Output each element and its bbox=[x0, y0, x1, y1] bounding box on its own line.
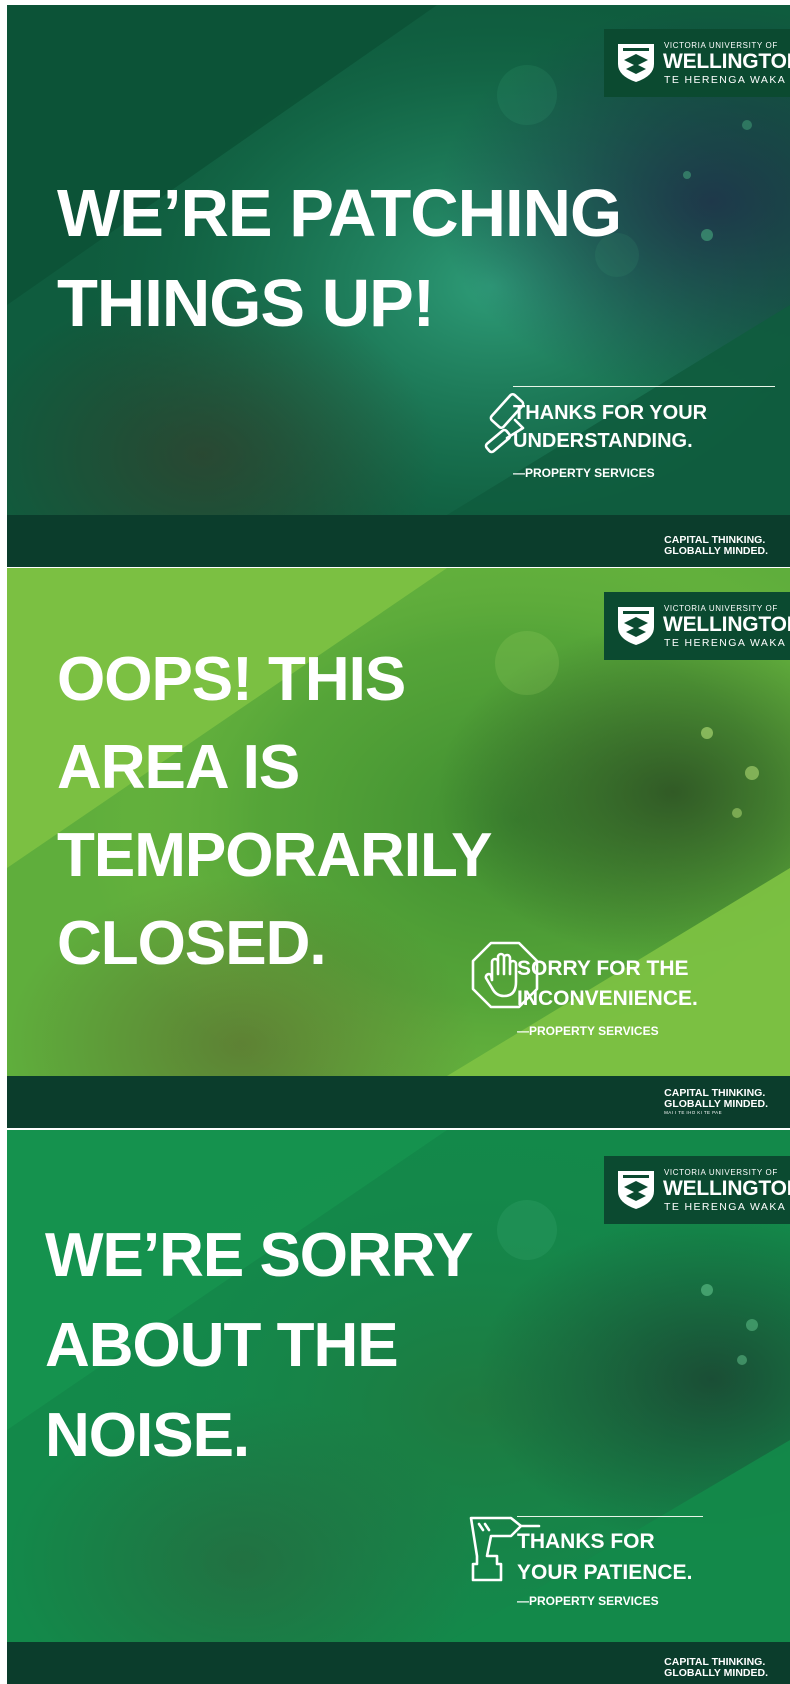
logo-subtitle: TE HERENGA WAKA bbox=[664, 637, 787, 649]
headline-line: NOISE. bbox=[45, 1401, 250, 1470]
headline-line: TEMPORARILY bbox=[57, 821, 493, 890]
logo-wordmark: WELLINGTON bbox=[663, 1177, 790, 1200]
signature: —PROPERTY SERVICES bbox=[517, 1024, 659, 1038]
message-line: THANKS FOR bbox=[517, 1530, 655, 1553]
sorry-message: SORRY FOR THE INCONVENIENCE. bbox=[517, 954, 698, 1014]
tagline-line: GLOBALLY MINDED. bbox=[664, 1667, 768, 1679]
headline-line: THINGS UP! bbox=[57, 266, 435, 341]
headline-line: OOPS! THIS bbox=[57, 645, 406, 714]
sign-panel-noise: VICTORIA UNIVERSITY OF WELLINGTON TE HER… bbox=[7, 1130, 790, 1684]
message-line: INCONVENIENCE. bbox=[517, 987, 698, 1010]
message-divider bbox=[513, 386, 775, 387]
logo-small-text: VICTORIA UNIVERSITY OF bbox=[664, 41, 778, 50]
message-divider bbox=[517, 1516, 703, 1517]
logo-small-text: VICTORIA UNIVERSITY OF bbox=[664, 604, 778, 613]
headline-line: WE’RE SORRY bbox=[45, 1221, 474, 1290]
logo-small-text: VICTORIA UNIVERSITY OF bbox=[664, 1168, 778, 1177]
logo-subtitle: TE HERENGA WAKA bbox=[664, 1201, 787, 1213]
thanks-message: THANKS FOR YOUR PATIENCE. bbox=[517, 1526, 692, 1588]
message-line: YOUR PATIENCE. bbox=[517, 1561, 693, 1584]
logo-wordmark: WELLINGTON bbox=[663, 613, 790, 636]
tagline-line: GLOBALLY MINDED. bbox=[664, 1098, 768, 1110]
sign-panel-patching: VICTORIA UNIVERSITY OF WELLINGTON TE HER… bbox=[7, 5, 790, 567]
headline-line: CLOSED. bbox=[57, 909, 327, 978]
message-line: THANKS FOR YOUR bbox=[513, 402, 708, 424]
tagline: CAPITAL THINKING. GLOBALLY MINDED. MAI I… bbox=[664, 1088, 768, 1116]
university-logo: VICTORIA UNIVERSITY OF WELLINGTON TE HER… bbox=[604, 592, 790, 660]
headline: WE’RE PATCHING THINGS UP! bbox=[57, 169, 622, 349]
signature: —PROPERTY SERVICES bbox=[513, 466, 655, 480]
headline-line: WE’RE PATCHING bbox=[57, 176, 622, 251]
sign-panel-closed: VICTORIA UNIVERSITY OF WELLINGTON TE HER… bbox=[7, 568, 790, 1128]
crest-icon bbox=[618, 44, 654, 82]
university-logo: VICTORIA UNIVERSITY OF WELLINGTON TE HER… bbox=[604, 1156, 790, 1224]
tagline-motto: MAI I TE IHO KI TE PAE bbox=[664, 1110, 722, 1115]
message-line: UNDERSTANDING. bbox=[513, 430, 693, 452]
headline-line: AREA IS bbox=[57, 733, 300, 802]
headline: OOPS! THIS AREA IS TEMPORARILY CLOSED. bbox=[57, 636, 493, 988]
headline: WE’RE SORRY ABOUT THE NOISE. bbox=[45, 1211, 474, 1481]
logo-wordmark: WELLINGTON bbox=[663, 50, 790, 73]
crest-icon bbox=[618, 607, 654, 645]
thanks-message: THANKS FOR YOUR UNDERSTANDING. bbox=[513, 399, 707, 455]
signature: —PROPERTY SERVICES bbox=[517, 1594, 659, 1608]
message-line: SORRY FOR THE bbox=[517, 957, 689, 980]
crest-icon bbox=[618, 1171, 654, 1209]
tagline-line: GLOBALLY MINDED. bbox=[664, 545, 768, 557]
logo-subtitle: TE HERENGA WAKA bbox=[664, 74, 787, 86]
tagline: CAPITAL THINKING. GLOBALLY MINDED. bbox=[664, 1657, 768, 1679]
tagline: CAPITAL THINKING. GLOBALLY MINDED. bbox=[664, 535, 768, 557]
university-logo: VICTORIA UNIVERSITY OF WELLINGTON TE HER… bbox=[604, 29, 790, 97]
headline-line: ABOUT THE bbox=[45, 1311, 399, 1380]
